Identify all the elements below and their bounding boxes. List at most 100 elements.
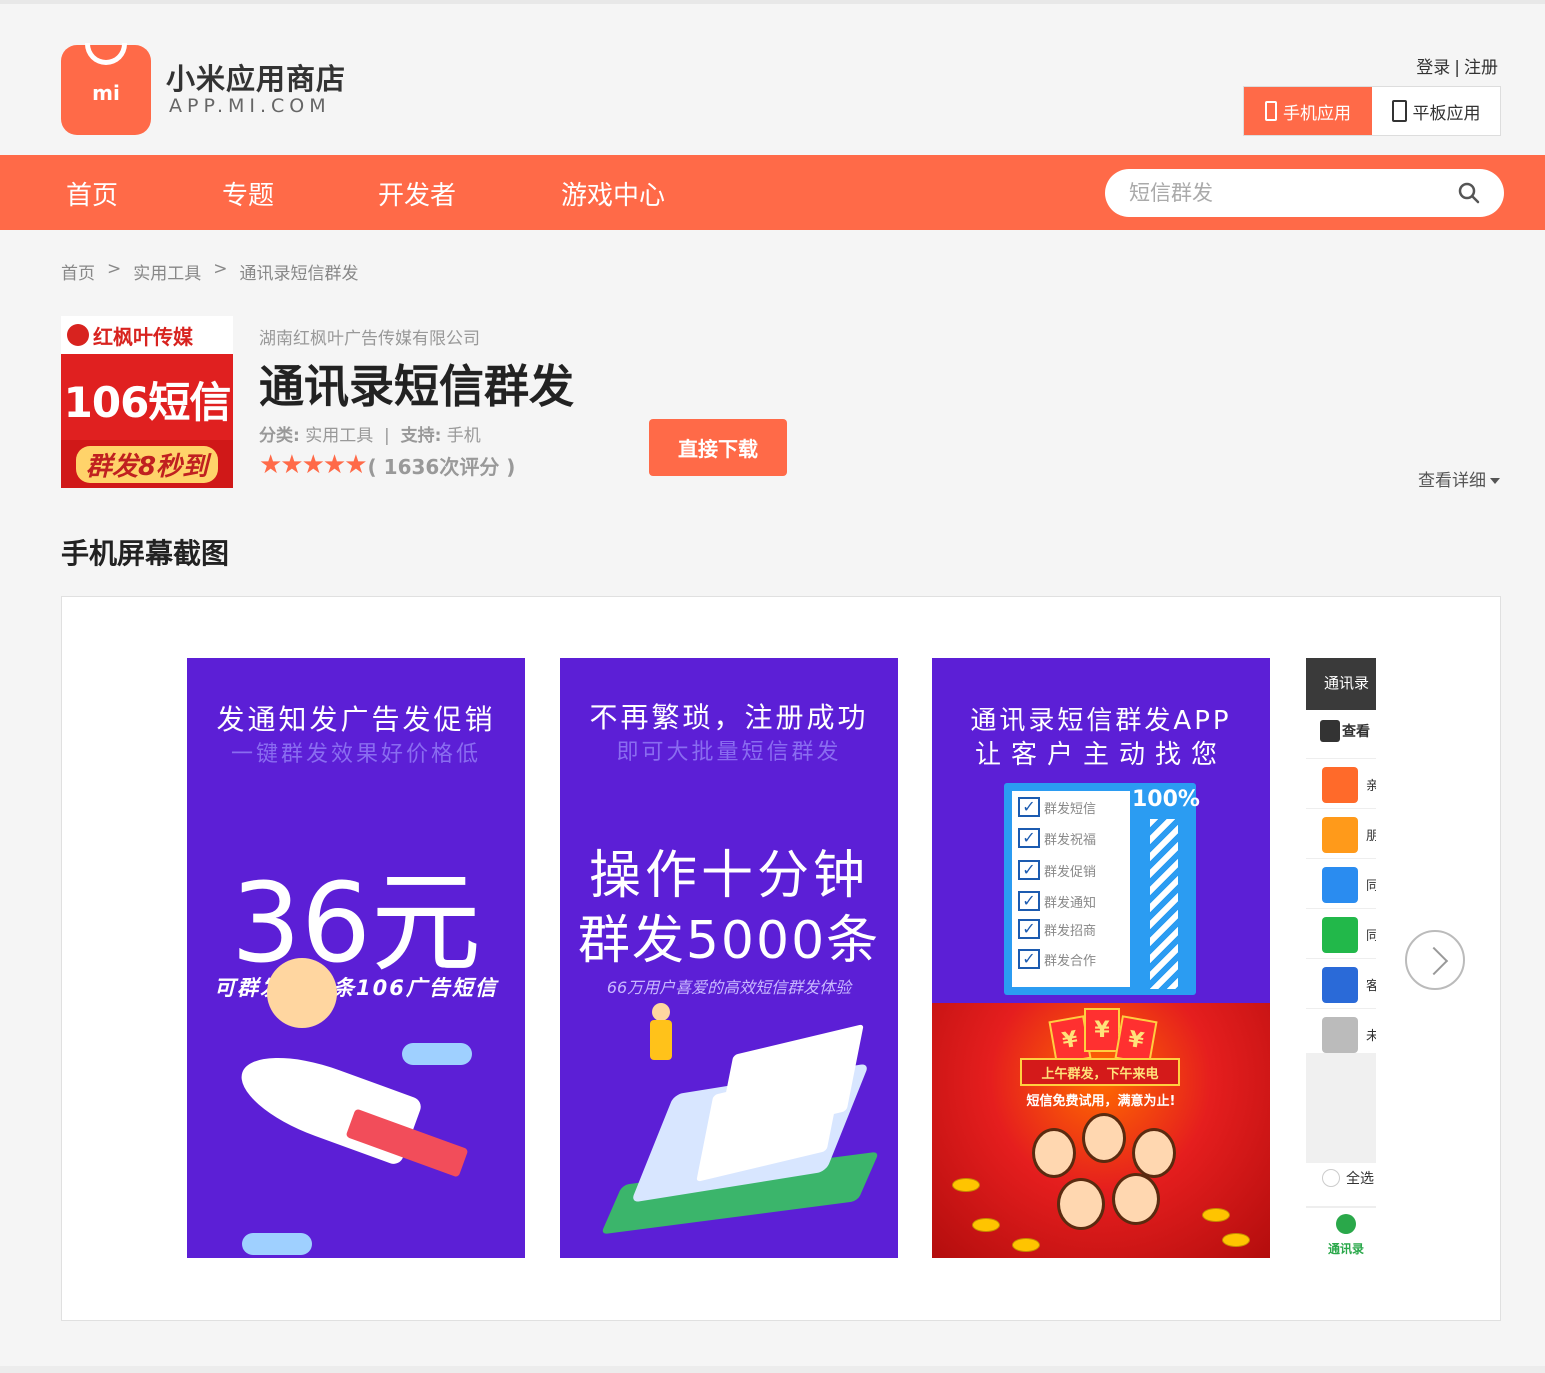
checkbox-icon: ✓ bbox=[1018, 919, 1040, 939]
search-box bbox=[1105, 169, 1504, 217]
shot4-row: 客 bbox=[1306, 958, 1376, 1008]
checkbox-icon: ✓ bbox=[1018, 860, 1040, 880]
shot4-row: 朋 bbox=[1306, 808, 1376, 858]
shot4-row-label: 客 bbox=[1366, 979, 1376, 994]
person-body-illustration bbox=[650, 1020, 672, 1060]
shot4-row-label: 同 bbox=[1366, 929, 1376, 944]
shot3-headline: 通讯录短信群发APP bbox=[970, 706, 1232, 736]
shot4-row: 未 bbox=[1306, 1008, 1376, 1058]
checklist-item: ✓ 群发合作 bbox=[1018, 949, 1096, 969]
red-envelope-icon: ¥ bbox=[1084, 1008, 1120, 1052]
person-illustration bbox=[652, 1003, 670, 1021]
checklist-item-label: 群发祝福 bbox=[1044, 832, 1097, 848]
category-label: 分类: bbox=[259, 426, 300, 446]
device-switch: 手机应用 平板应用 bbox=[1243, 86, 1501, 136]
checklist-item-label: 群发促销 bbox=[1044, 864, 1097, 880]
mi-logo[interactable]: mi bbox=[61, 43, 151, 135]
tab-tablet-apps-label: 平板应用 bbox=[1412, 103, 1481, 124]
progress-percent: 100% bbox=[1132, 787, 1200, 812]
coin-icon bbox=[972, 1218, 1000, 1232]
support-label: 支持: bbox=[400, 426, 442, 446]
checklist-item: ✓ 群发通知 bbox=[1018, 891, 1096, 911]
publisher-name[interactable]: 湖南红枫叶广告传媒有限公司 bbox=[259, 324, 480, 349]
shot4-view-label: 查看 bbox=[1342, 724, 1370, 740]
logo-mi-text: mi bbox=[92, 81, 120, 105]
view-details-toggle[interactable]: 查看详细 bbox=[1418, 466, 1500, 491]
shot4-row-label: 未 bbox=[1366, 1029, 1376, 1044]
group-icon bbox=[1322, 917, 1358, 953]
group-icon bbox=[1322, 817, 1358, 853]
shot2-note: 66万用户喜爱的高效短信群发体验 bbox=[606, 978, 852, 997]
radio-icon bbox=[1322, 1169, 1340, 1187]
checklist-item: ✓ 群发祝福 bbox=[1018, 828, 1096, 848]
progress-stripe bbox=[1150, 819, 1178, 989]
cartoon-face-illustration bbox=[1032, 1128, 1076, 1178]
tab-phone-apps-label: 手机应用 bbox=[1283, 103, 1351, 124]
nav-topics[interactable]: 专题 bbox=[222, 175, 274, 212]
tablet-icon bbox=[1391, 100, 1407, 122]
cartoon-face-illustration bbox=[1082, 1113, 1126, 1163]
shot1-subheadline: 一键群发效果好价格低 bbox=[230, 742, 481, 767]
shot3-subheadline: 让客户主动找您 bbox=[974, 740, 1227, 770]
search-icon[interactable] bbox=[1458, 182, 1480, 204]
breadcrumb: 首页 > 实用工具 > 通讯录短信群发 bbox=[61, 259, 359, 284]
breadcrumb-category[interactable]: 实用工具 bbox=[133, 259, 201, 284]
nav-home[interactable]: 首页 bbox=[66, 175, 118, 212]
screenshots-carousel: 发通知发广告发促销 一键群发效果好价格低 36元 可群发500条106广告短信 … bbox=[61, 596, 1501, 1321]
app-icon-slogan: 群发8秒到 bbox=[61, 440, 233, 488]
screenshot-3[interactable]: 通讯录短信群发APP 让客户主动找您 ✓ 群发短信 ✓ 群发祝福 ✓ 群发促销 ✓ 群发… bbox=[932, 658, 1270, 1258]
app-icon-slogan-text: 群发8秒到 bbox=[75, 445, 219, 483]
shot4-empty-area bbox=[1306, 1053, 1376, 1163]
nav-developers[interactable]: 开发者 bbox=[378, 175, 456, 212]
tab-phone-apps[interactable]: 手机应用 bbox=[1244, 87, 1372, 135]
breadcrumb-current: 通讯录短信群发 bbox=[239, 264, 359, 284]
group-icon bbox=[1322, 867, 1358, 903]
screenshot-4[interactable]: 通讯录 查看 亲 朋 同 同 客 未 全选 通讯录 bbox=[1306, 658, 1376, 1258]
register-link[interactable]: 注册 bbox=[1464, 58, 1498, 78]
app-icon-brand-text: 红枫叶传媒 bbox=[93, 324, 193, 349]
cloud-icon bbox=[402, 1043, 472, 1065]
login-link[interactable]: 登录 bbox=[1416, 58, 1450, 78]
checklist-item-label: 群发合作 bbox=[1044, 953, 1097, 969]
search-input[interactable] bbox=[1129, 177, 1449, 209]
nav-game-center[interactable]: 游戏中心 bbox=[561, 175, 665, 212]
shot4-view: 查看 bbox=[1320, 720, 1370, 742]
breadcrumb-separator: > bbox=[213, 259, 228, 279]
checkbox-icon: ✓ bbox=[1018, 797, 1040, 817]
cartoon-face-illustration bbox=[1132, 1128, 1176, 1178]
shot4-contacts-tab: 通讯录 bbox=[1306, 1206, 1376, 1258]
shot4-row: 亲 bbox=[1306, 758, 1376, 808]
breadcrumb-separator: > bbox=[107, 259, 122, 279]
next-screenshot-arrow-icon[interactable] bbox=[1405, 930, 1465, 990]
app-title: 通讯录短信群发 bbox=[259, 360, 575, 413]
shot1-note: 可群发500条106广告短信 bbox=[214, 976, 498, 1000]
caret-down-icon bbox=[1490, 478, 1500, 484]
app-icon-main-text: 106短信 bbox=[61, 354, 233, 444]
shot2-big-line2: 群发5000条 bbox=[577, 911, 881, 971]
cloud-icon bbox=[242, 1233, 312, 1255]
shot4-select-all-label: 全选 bbox=[1346, 1171, 1374, 1187]
checkbox-icon: ✓ bbox=[1018, 949, 1040, 969]
shot4-header: 通讯录 bbox=[1306, 658, 1376, 710]
shot4-row-label: 亲 bbox=[1366, 779, 1376, 794]
shot2-headline: 不再繁琐，注册成功 bbox=[589, 701, 869, 734]
tab-tablet-apps[interactable]: 平板应用 bbox=[1372, 87, 1500, 135]
shot4-select-all: 全选 bbox=[1322, 1168, 1374, 1188]
screenshot-1[interactable]: 发通知发广告发促销 一键群发效果好价格低 36元 可群发500条106广告短信 bbox=[187, 658, 525, 1258]
brand-name[interactable]: 小米应用商店 bbox=[166, 56, 346, 98]
shot4-row: 同 bbox=[1306, 858, 1376, 908]
download-button[interactable]: 直接下载 bbox=[649, 419, 787, 476]
breadcrumb-home[interactable]: 首页 bbox=[61, 259, 95, 284]
screenshots-title: 手机屏幕截图 bbox=[61, 537, 230, 570]
app-icon: 红枫叶传媒 106短信 群发8秒到 bbox=[61, 316, 233, 488]
contact-card-icon bbox=[1320, 720, 1340, 742]
checklist-item: ✓ 群发促销 bbox=[1018, 860, 1096, 880]
checklist-item-label: 群发招商 bbox=[1044, 923, 1097, 939]
maple-leaf-icon bbox=[67, 324, 89, 346]
phone-icon bbox=[1265, 101, 1277, 121]
screenshot-2[interactable]: 不再繁琐，注册成功 即可大批量短信群发 操作十分钟 群发5000条 66万用户喜… bbox=[560, 658, 898, 1258]
shot2-big-line1: 操作十分钟 bbox=[588, 846, 869, 906]
checklist-item-label: 群发短信 bbox=[1044, 801, 1097, 817]
logo-bag-handle bbox=[85, 43, 127, 65]
group-icon bbox=[1322, 1017, 1358, 1053]
